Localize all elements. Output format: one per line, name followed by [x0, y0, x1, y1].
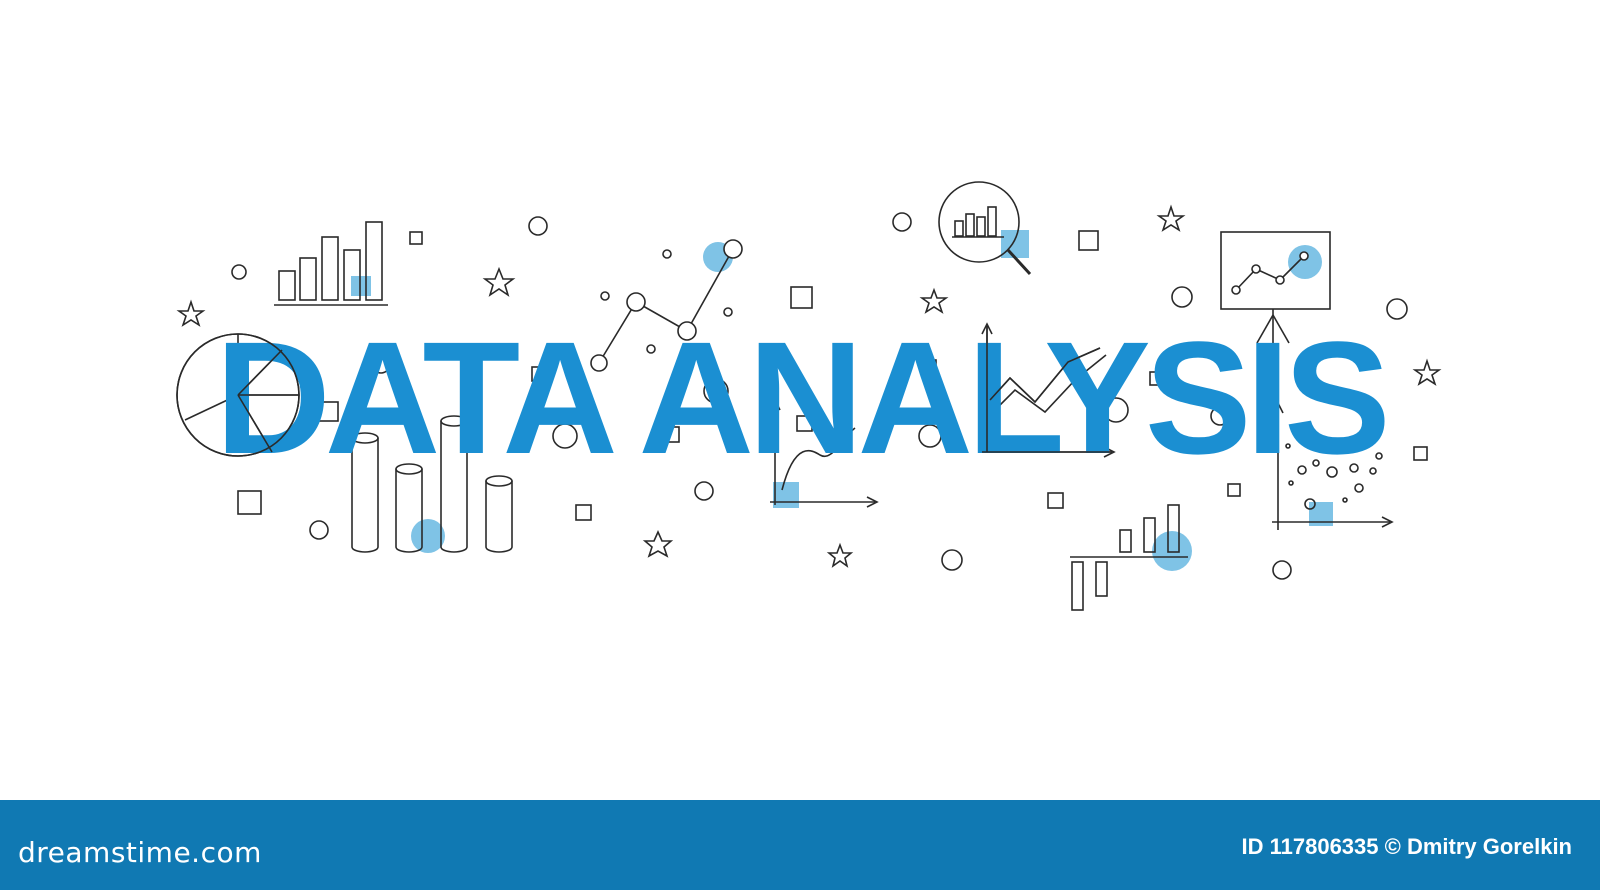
magnifier-chart-icon	[938, 181, 1032, 276]
star-icon	[826, 542, 854, 568]
positive-negative-bar-chart-icon	[1070, 504, 1188, 611]
dreamstime-logo[interactable]: dreamstime.com	[18, 836, 262, 869]
headline: DATA ANALYSIS	[215, 308, 1391, 487]
image-credit: ID 117806335 © Dmitry Gorelkin	[1241, 834, 1573, 859]
star-icon	[482, 266, 516, 297]
star-icon	[1156, 204, 1186, 232]
star-icon	[642, 530, 674, 558]
